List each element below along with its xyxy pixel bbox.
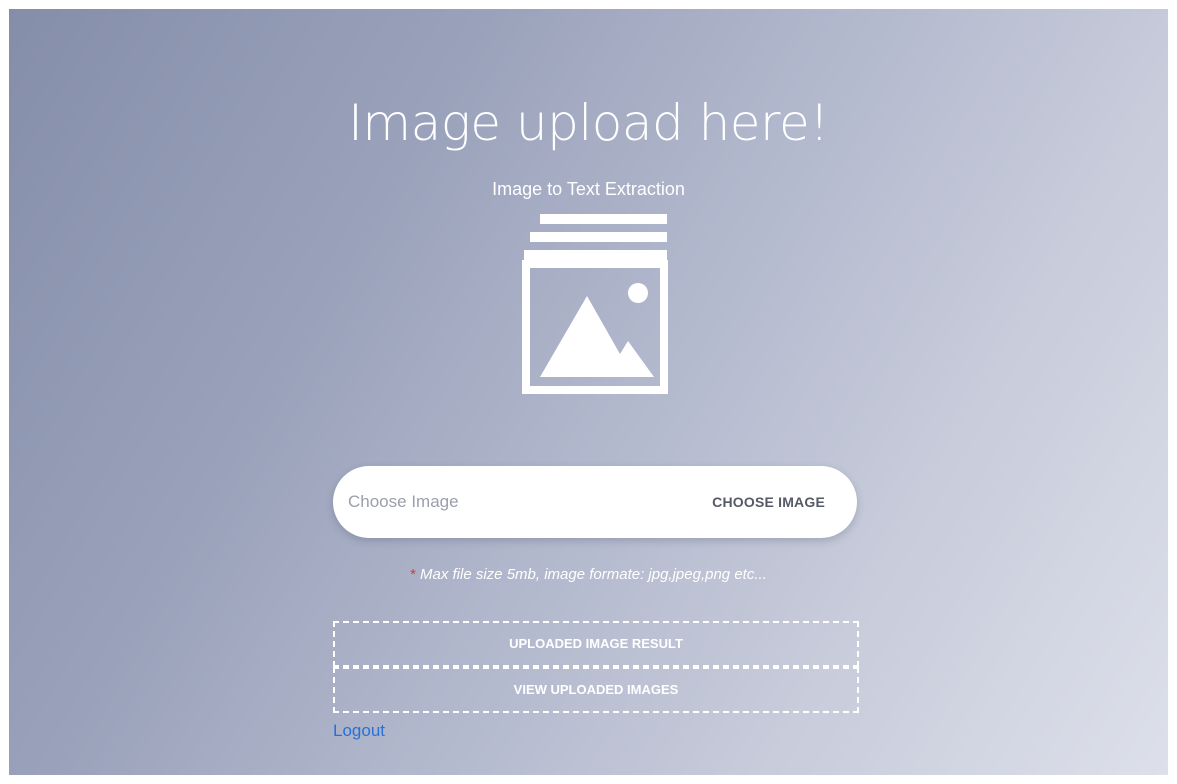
page-background: Image upload here! Image to Text Extract… bbox=[9, 9, 1168, 775]
page-title: Image upload here! bbox=[348, 94, 829, 152]
view-uploaded-images-button[interactable]: VIEW UPLOADED IMAGES bbox=[333, 667, 859, 713]
file-input-placeholder[interactable]: Choose Image bbox=[348, 492, 459, 512]
choose-image-button[interactable]: CHOOSE IMAGE bbox=[712, 494, 825, 510]
required-asterisk: * bbox=[410, 566, 416, 583]
page-subtitle: Image to Text Extraction bbox=[492, 179, 685, 199]
file-size-note-text: Max file size 5mb, image formate: jpg,jp… bbox=[420, 566, 767, 583]
image-gallery-icon bbox=[522, 214, 668, 394]
file-input-box[interactable]: Choose Image CHOOSE IMAGE bbox=[333, 466, 857, 538]
logout-link[interactable]: Logout bbox=[333, 721, 385, 741]
file-size-note: * Max file size 5mb, image formate: jpg,j… bbox=[9, 566, 1168, 583]
uploaded-image-result-button[interactable]: UPLOADED IMAGE RESULT bbox=[333, 621, 859, 667]
